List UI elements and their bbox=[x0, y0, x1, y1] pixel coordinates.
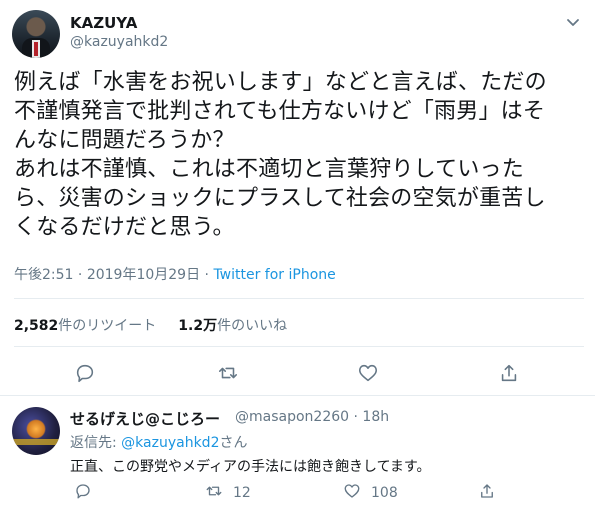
chevron-down-icon[interactable] bbox=[566, 14, 580, 28]
reply-retweet-count: 12 bbox=[233, 485, 251, 501]
reply-icon[interactable] bbox=[74, 362, 96, 384]
like-label: 件のいいね bbox=[217, 318, 288, 334]
tweet-time[interactable]: 午後2:51 bbox=[14, 267, 73, 283]
meta-separator: · bbox=[77, 267, 83, 283]
author-avatar[interactable] bbox=[12, 10, 60, 58]
like-count: 1.2万 bbox=[178, 318, 218, 334]
divider bbox=[14, 346, 584, 347]
tweet-date[interactable]: 2019年10月29日 bbox=[87, 267, 200, 283]
author-name[interactable]: KAZUYA bbox=[70, 14, 137, 32]
tweet-stats: 2,582件のリツイート 1.2万件のいいね bbox=[14, 315, 287, 335]
share-icon[interactable] bbox=[498, 362, 520, 384]
author-handle[interactable]: @kazuyahkd2 bbox=[70, 34, 168, 50]
reply-author-handle[interactable]: @masapon2260 bbox=[235, 409, 349, 425]
reply-reply-button[interactable] bbox=[74, 482, 92, 504]
reply-time[interactable]: 18h bbox=[362, 409, 389, 425]
reply-to-suffix: さん bbox=[219, 435, 248, 451]
heart-icon bbox=[343, 482, 361, 504]
tweet-source[interactable]: Twitter for iPhone bbox=[213, 267, 335, 283]
tweet-meta: 午後2:51 · 2019年10月29日 · Twitter for iPhon… bbox=[14, 264, 336, 284]
retweet-stat[interactable]: 2,582件のリツイート bbox=[14, 318, 156, 334]
divider bbox=[14, 298, 584, 299]
tweet-text: 例えば「水害をお祝いします」などと言えば、ただの 不謹慎発言で批判されても仕方な… bbox=[14, 70, 547, 240]
reply-retweet-button[interactable]: 12 bbox=[205, 482, 251, 504]
reply-to-handle[interactable]: @kazuyahkd2 bbox=[121, 435, 219, 451]
reply-like-button[interactable]: 108 bbox=[343, 482, 398, 504]
meta-separator: · bbox=[204, 267, 209, 283]
reply-like-count: 108 bbox=[371, 485, 398, 501]
reply-text: 正直、この野党やメディアの手法には飽き飽きしてます。 bbox=[70, 459, 431, 475]
reply-meta: @masapon2260 · 18h bbox=[235, 409, 390, 425]
retweet-count: 2,582 bbox=[14, 318, 59, 334]
reply-share-button[interactable] bbox=[478, 482, 496, 504]
reply-to-prefix: 返信先: bbox=[70, 435, 117, 451]
replying-to: 返信先: @kazuyahkd2さん bbox=[70, 432, 247, 452]
share-icon bbox=[478, 482, 496, 504]
retweet-label: 件のリツイート bbox=[58, 318, 157, 334]
reply-author-name[interactable]: せるげえじ@こじろー bbox=[70, 408, 220, 429]
retweet-icon[interactable] bbox=[217, 362, 239, 384]
divider bbox=[0, 395, 595, 396]
like-stat[interactable]: 1.2万件のいいね bbox=[178, 318, 287, 334]
reply-icon bbox=[74, 482, 92, 504]
retweet-icon bbox=[205, 482, 223, 504]
heart-icon[interactable] bbox=[357, 362, 379, 384]
reply-author-avatar[interactable] bbox=[12, 407, 60, 455]
